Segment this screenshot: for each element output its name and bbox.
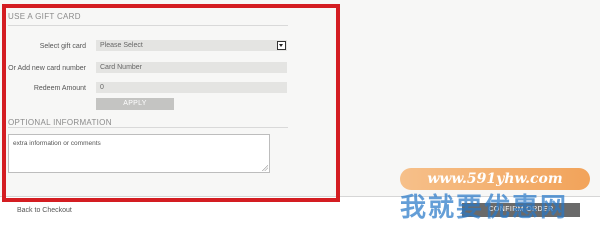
watermark-text: 我就要优惠网 bbox=[400, 193, 569, 223]
watermark-url-banner: www.591yhw.com bbox=[400, 168, 590, 190]
back-to-checkout-link[interactable]: Back to Checkout bbox=[17, 207, 72, 214]
highlight-frame bbox=[2, 4, 340, 202]
